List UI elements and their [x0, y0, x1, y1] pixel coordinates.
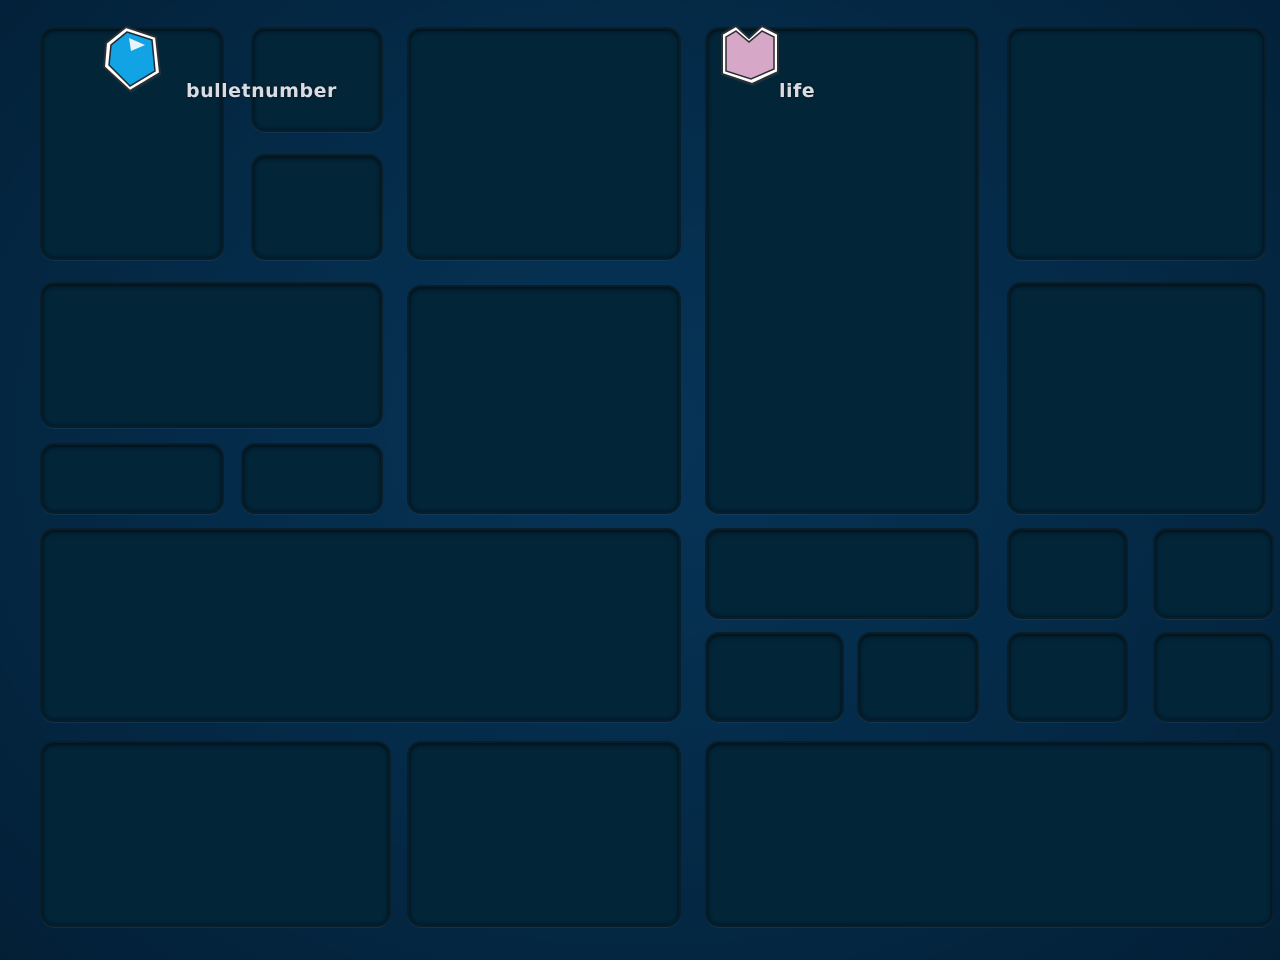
grid-tile	[1007, 632, 1128, 722]
grid-tile	[1007, 282, 1266, 514]
grid-tile	[40, 443, 224, 514]
bullet-gem-icon	[100, 25, 166, 93]
life-label: life	[779, 80, 816, 102]
grid-tile	[1153, 528, 1274, 619]
bullet-number-label: bulletnumber	[186, 80, 337, 102]
grid-tile	[705, 741, 1274, 927]
grid-tile	[1007, 528, 1128, 619]
grid-tile	[407, 285, 681, 514]
grid-tile	[705, 632, 844, 722]
grid-tile	[1153, 632, 1274, 722]
grid-tile	[705, 528, 979, 619]
grid-tile	[857, 632, 979, 722]
grid-tile	[251, 154, 383, 260]
grid-tile	[407, 741, 681, 927]
heart-gem-icon	[716, 22, 782, 90]
grid-tile	[705, 27, 979, 514]
grid-tile	[40, 282, 383, 428]
grid-tile	[407, 27, 681, 260]
grid-tile	[1007, 27, 1266, 260]
grid-tile	[241, 443, 383, 514]
grid-tile	[40, 741, 391, 927]
grid-tile	[40, 528, 681, 722]
